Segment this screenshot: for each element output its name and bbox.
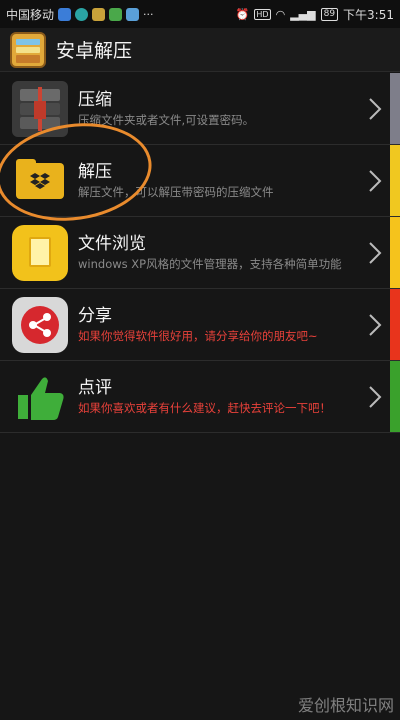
- chevron-right-icon: [369, 313, 382, 336]
- compress-icon: [12, 80, 68, 137]
- app-logo-icon: [10, 31, 46, 68]
- menu-item-title: 压缩: [78, 89, 112, 110]
- menu-item-title: 解压: [78, 161, 112, 182]
- menu-list: 压缩 压缩文件夹或者文件,可设置密码。 解压 解压文件，可以解压带密码的压缩文件…: [0, 73, 400, 433]
- signal-icon: ▂▄▆: [290, 7, 316, 21]
- menu-item-description: 如果你喜欢或者有什么建议，赶快去评论一下吧！: [78, 400, 331, 415]
- menu-item-description: 解压文件，可以解压带密码的压缩文件: [78, 184, 274, 199]
- share-icon: [12, 296, 68, 353]
- wifi-icon: ◠: [275, 7, 286, 21]
- battery-indicator: 89: [320, 7, 339, 21]
- menu-item-review[interactable]: 点评 如果你喜欢或者有什么建议，赶快去评论一下吧！: [0, 361, 400, 433]
- notification-app-icon: [109, 7, 123, 21]
- document-icon: [12, 224, 68, 281]
- accent-strip: [390, 289, 400, 360]
- folder-box-icon: [12, 153, 68, 209]
- notification-app-icon: [58, 7, 72, 21]
- clock: 下午3:51: [343, 7, 394, 22]
- menu-item-title: 文件浏览: [78, 233, 146, 254]
- accent-strip: [390, 73, 400, 144]
- menu-item-title: 分享: [78, 305, 112, 326]
- accent-strip: [390, 145, 400, 216]
- menu-item-extract[interactable]: 解压 解压文件，可以解压带密码的压缩文件: [0, 145, 400, 217]
- accent-strip: [390, 361, 400, 432]
- thumbs-up-icon: [12, 369, 68, 425]
- menu-item-description: windows XP风格的文件管理器，支持各种简单功能: [78, 256, 342, 271]
- notification-app-icon: [92, 7, 106, 21]
- menu-item-share[interactable]: 分享 如果你觉得软件很好用，请分享给你的朋友吧~: [0, 289, 400, 361]
- chevron-right-icon: [369, 241, 382, 264]
- status-bar: 中国移动 ··· ⏰ HD ◠ ▂▄▆ 89 下午3:51: [0, 0, 400, 28]
- menu-item-compress[interactable]: 压缩 压缩文件夹或者文件,可设置密码。: [0, 73, 400, 145]
- chevron-right-icon: [369, 169, 382, 192]
- menu-item-description: 压缩文件夹或者文件,可设置密码。: [78, 112, 255, 127]
- menu-item-description: 如果你觉得软件很好用，请分享给你的朋友吧~: [78, 328, 318, 343]
- app-bar: 安卓解压: [0, 28, 400, 72]
- notification-app-icon: [126, 7, 140, 21]
- accent-strip: [390, 217, 400, 288]
- menu-item-title: 点评: [78, 377, 112, 398]
- watermark-text: 爱创根知识网: [297, 696, 394, 715]
- notification-app-icon: [75, 7, 89, 21]
- chevron-right-icon: [369, 97, 382, 120]
- more-notifications-icon: ···: [143, 7, 154, 21]
- menu-item-file-browser[interactable]: 文件浏览 windows XP风格的文件管理器，支持各种简单功能: [0, 217, 400, 289]
- hd-icon: HD: [254, 8, 271, 20]
- carrier-label: 中国移动: [6, 7, 55, 22]
- app-title: 安卓解压: [56, 40, 133, 62]
- alarm-icon: ⏰: [235, 7, 250, 21]
- chevron-right-icon: [369, 385, 382, 408]
